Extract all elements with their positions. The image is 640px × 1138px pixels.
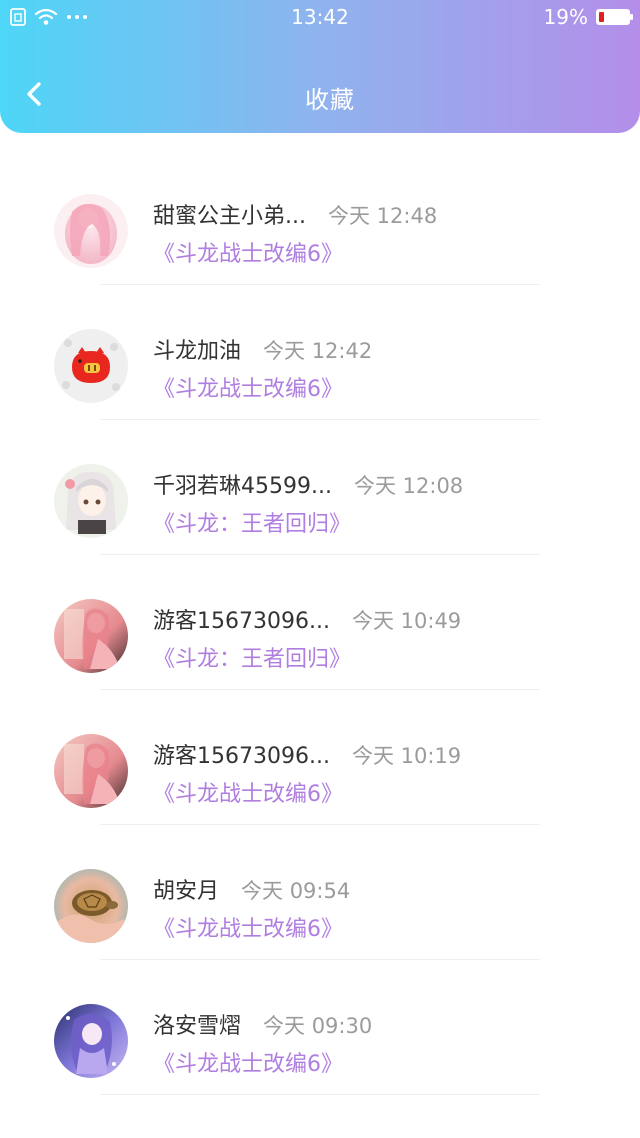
user-avatar[interactable] bbox=[54, 1004, 128, 1078]
list-item[interactable]: 洛安雪熠 今天 09:30 《斗龙战士改编6》 bbox=[0, 960, 640, 1095]
battery-icon bbox=[596, 9, 633, 25]
list-item[interactable]: 游客15673096... 今天 10:49 《斗龙：王者回归》 bbox=[0, 555, 640, 690]
user-avatar[interactable] bbox=[54, 869, 128, 943]
user-avatar[interactable] bbox=[54, 464, 128, 538]
item-time: 今天 10:49 bbox=[351, 609, 462, 633]
battery-level bbox=[599, 12, 604, 22]
user-avatar[interactable] bbox=[54, 194, 128, 268]
favorites-list: 甜蜜公主小弟... 今天 12:48 《斗龙战士改编6》 斗龙加油 今天 12:… bbox=[0, 150, 640, 1095]
user-avatar[interactable] bbox=[54, 734, 128, 808]
user-avatar[interactable] bbox=[54, 329, 128, 403]
item-time: 今天 10:19 bbox=[351, 744, 462, 768]
list-item[interactable]: 甜蜜公主小弟... 今天 12:48 《斗龙战士改编6》 bbox=[0, 150, 640, 285]
item-time: 今天 12:48 bbox=[327, 204, 438, 228]
book-title[interactable]: 《斗龙战士改编6》 bbox=[153, 776, 343, 808]
divider bbox=[100, 1094, 540, 1095]
user-name: 甜蜜公主小弟... bbox=[153, 204, 306, 229]
section-gap bbox=[0, 133, 640, 151]
item-header: 千羽若琳45599... 今天 12:08 bbox=[153, 468, 463, 500]
nav-bar: 收藏 bbox=[0, 62, 640, 128]
user-name: 千羽若琳45599... bbox=[153, 474, 332, 499]
item-header: 甜蜜公主小弟... 今天 12:48 bbox=[153, 198, 437, 230]
user-avatar[interactable] bbox=[54, 599, 128, 673]
item-time: 今天 09:54 bbox=[241, 879, 351, 903]
list-item[interactable]: 千羽若琳45599... 今天 12:08 《斗龙：王者回归》 bbox=[0, 420, 640, 555]
header-bar: 13:42 19% 收藏 bbox=[0, 0, 640, 133]
list-item[interactable]: 斗龙加油 今天 12:42 《斗龙战士改编6》 bbox=[0, 285, 640, 420]
user-name: 斗龙加油 bbox=[153, 339, 242, 364]
item-header: 洛安雪熠 今天 09:30 bbox=[153, 1008, 372, 1040]
item-header: 游客15673096... 今天 10:19 bbox=[153, 738, 461, 770]
item-time: 今天 12:08 bbox=[353, 474, 464, 498]
item-header: 斗龙加油 今天 12:42 bbox=[153, 333, 372, 365]
book-title[interactable]: 《斗龙战士改编6》 bbox=[153, 371, 343, 403]
list-item[interactable]: 游客15673096... 今天 10:19 《斗龙战士改编6》 bbox=[0, 690, 640, 825]
battery-percent: 19% bbox=[543, 5, 588, 29]
item-header: 胡安月 今天 09:54 bbox=[153, 873, 350, 905]
book-title[interactable]: 《斗龙战士改编6》 bbox=[153, 1046, 343, 1078]
item-header: 游客15673096... 今天 10:49 bbox=[153, 603, 461, 635]
status-bar: 13:42 19% bbox=[0, 0, 640, 34]
page-title: 收藏 bbox=[305, 86, 355, 114]
item-time: 今天 12:42 bbox=[263, 339, 373, 363]
list-item[interactable]: 胡安月 今天 09:54 《斗龙战士改编6》 bbox=[0, 825, 640, 960]
user-name: 游客15673096... bbox=[153, 744, 330, 769]
book-title[interactable]: 《斗龙：王者回归》 bbox=[153, 506, 351, 538]
user-name: 游客15673096... bbox=[153, 609, 330, 634]
user-name: 洛安雪熠 bbox=[153, 1014, 242, 1039]
status-right: 19% bbox=[543, 5, 633, 29]
item-time: 今天 09:30 bbox=[263, 1014, 373, 1038]
book-title[interactable]: 《斗龙：王者回归》 bbox=[153, 641, 351, 673]
book-title[interactable]: 《斗龙战士改编6》 bbox=[153, 911, 343, 943]
user-name: 胡安月 bbox=[153, 879, 220, 904]
book-title[interactable]: 《斗龙战士改编6》 bbox=[153, 236, 343, 268]
